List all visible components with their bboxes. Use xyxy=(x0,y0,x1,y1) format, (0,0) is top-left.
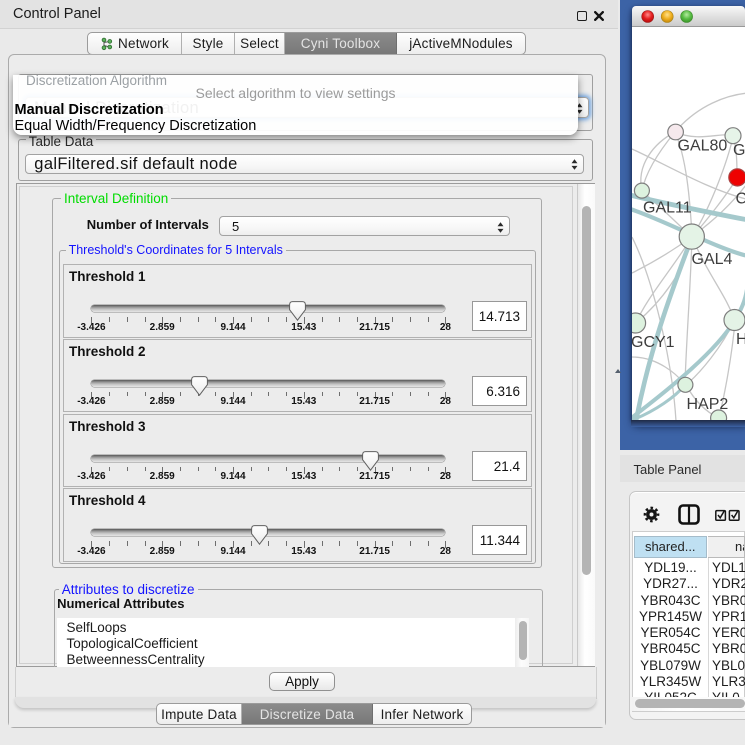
svg-text:GA: GA xyxy=(733,142,745,159)
svg-text:GAL80: GAL80 xyxy=(677,137,727,154)
svg-text:GAL4: GAL4 xyxy=(691,251,732,268)
svg-text:GAL11: GAL11 xyxy=(643,199,692,216)
svg-text:H: H xyxy=(736,331,745,348)
svg-text:C: C xyxy=(735,190,745,207)
svg-text:GCY1: GCY1 xyxy=(632,334,675,351)
svg-text:HAP2: HAP2 xyxy=(686,396,728,413)
